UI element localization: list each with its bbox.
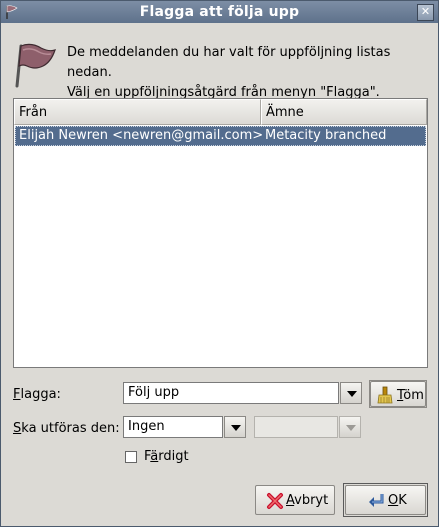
flag-window-icon[interactable] <box>4 4 20 20</box>
info-text: De meddelanden du har valt för uppföljni… <box>67 43 437 103</box>
table-row[interactable]: Elijah Newren <newren@gmail.com> Metacit… <box>15 126 426 146</box>
flag-icon <box>15 43 56 88</box>
window-title: Flagga att följa upp <box>139 4 300 20</box>
title-bar[interactable]: Flagga att följa upp ✕ <box>1 1 438 23</box>
chevron-down-icon <box>347 391 357 397</box>
flag-label: Flagga: <box>13 387 61 402</box>
enter-arrow-icon <box>369 494 384 507</box>
message-list[interactable]: Från Ämne Elijah Newren <newren@gmail.co… <box>13 98 428 368</box>
due-label: Ska utföras den: <box>13 421 120 436</box>
due-combo-input[interactable]: Ingen <box>123 416 223 438</box>
chevron-down-icon <box>231 425 241 431</box>
chevron-down-icon <box>346 425 356 431</box>
close-icon: ✕ <box>420 5 431 18</box>
flag-combo-input[interactable]: Följ upp <box>123 382 339 404</box>
clear-button-label: Töm <box>397 388 424 403</box>
row-subject: Metacity branched <box>265 128 387 143</box>
ok-button[interactable]: OK <box>345 485 426 515</box>
column-header-subject[interactable]: Ämne <box>261 99 427 125</box>
clear-button[interactable]: Töm <box>370 381 426 407</box>
flag-dropdown-button[interactable] <box>340 382 362 404</box>
cancel-button-label: Avbryt <box>286 493 329 508</box>
cancel-icon <box>267 493 283 509</box>
due-dropdown-button[interactable] <box>224 416 246 438</box>
broom-icon <box>377 386 393 404</box>
dialog-window: Flagga att följa upp ✕ De meddelanden du… <box>0 0 439 527</box>
cancel-button[interactable]: Avbryt <box>255 485 335 515</box>
close-button[interactable]: ✕ <box>417 4 434 21</box>
column-header-row: Från Ämne <box>14 99 427 125</box>
row-from: Elijah Newren <newren@gmail.com> <box>19 128 264 143</box>
info-line-1: De meddelanden du har valt för uppföljni… <box>67 45 391 80</box>
time-combo-input <box>254 416 338 438</box>
column-header-from[interactable]: Från <box>14 99 261 125</box>
ok-button-label: OK <box>388 493 407 508</box>
done-checkbox[interactable] <box>125 451 137 463</box>
done-label[interactable]: Färdigt <box>144 449 189 464</box>
time-dropdown-button <box>339 416 361 438</box>
